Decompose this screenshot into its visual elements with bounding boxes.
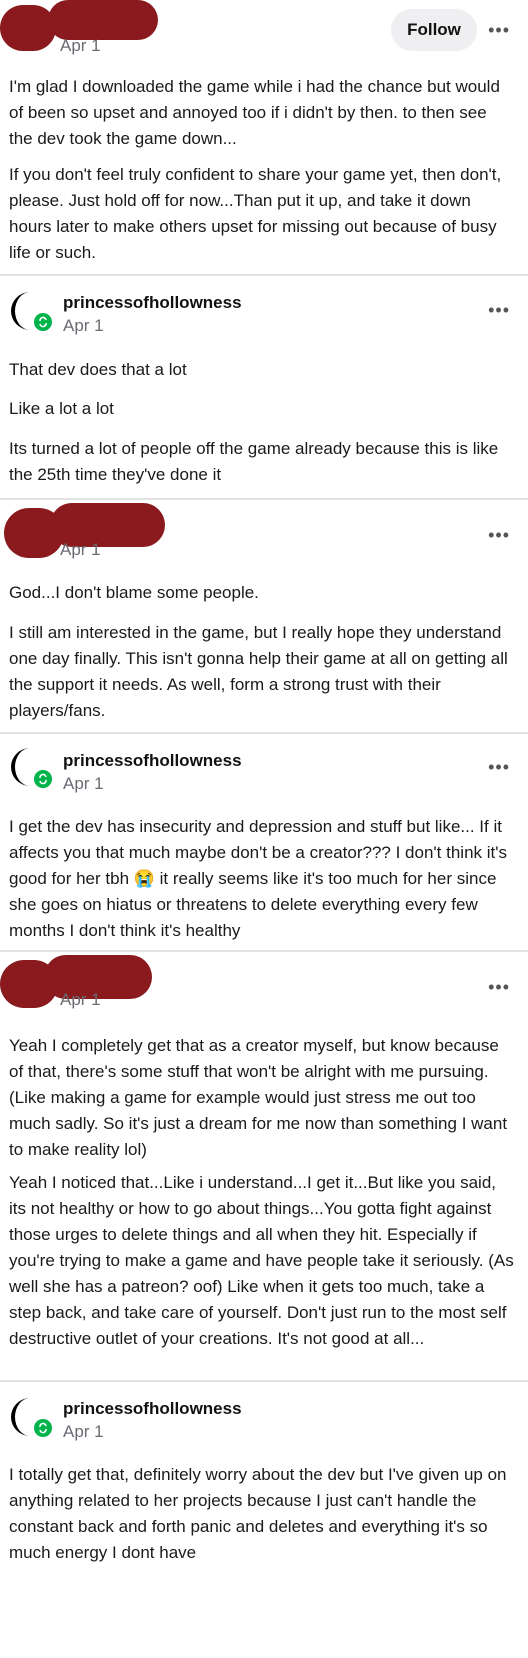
post-divider (0, 732, 528, 734)
post-date: Apr 1 (60, 540, 101, 559)
follow-button[interactable]: Follow (391, 9, 477, 51)
username[interactable]: princessofhollowness (63, 293, 242, 313)
more-options-icon[interactable]: ••• (488, 758, 510, 776)
post-date: Apr 1 (63, 316, 104, 335)
post-divider (0, 274, 528, 276)
post-text: If you don't feel truly confident to sha… (9, 165, 502, 262)
post-date: Apr 1 (63, 1422, 104, 1441)
more-options-icon[interactable]: ••• (488, 21, 510, 39)
post-text: That dev does that a lot (9, 360, 187, 379)
post-text: Yeah I completely get that as a creator … (9, 1036, 508, 1159)
post-date: Apr 1 (60, 36, 101, 55)
username[interactable]: princessofhollowness (63, 1399, 242, 1419)
post-text: I'm glad I downloaded the game while i h… (9, 77, 500, 148)
post-text: God...I don't blame some people. (9, 583, 259, 602)
post-text: Its turned a lot of people off the game … (9, 439, 499, 484)
post-date: Apr 1 (63, 774, 104, 793)
redacted-username (48, 0, 158, 40)
redacted-avatar (0, 5, 56, 51)
post-text: Like a lot a lot (9, 399, 114, 418)
post-text: I totally get that, definitely worry abo… (9, 1465, 507, 1562)
reblog-icon (32, 1417, 54, 1439)
post-divider (0, 498, 528, 500)
more-options-icon[interactable]: ••• (488, 526, 510, 544)
post-divider (0, 1380, 528, 1382)
reblog-icon (32, 768, 54, 790)
post-text: I still am interested in the game, but I… (9, 623, 508, 720)
reblog-icon (32, 311, 54, 333)
post-text: I get the dev has insecurity and depress… (9, 817, 507, 940)
post-text: Yeah I noticed that...Like i understand.… (9, 1173, 514, 1348)
more-options-icon[interactable]: ••• (488, 301, 510, 319)
username[interactable]: princessofhollowness (63, 751, 242, 771)
more-options-icon[interactable]: ••• (488, 978, 510, 996)
post-date: Apr 1 (60, 990, 101, 1009)
post-divider (0, 950, 528, 952)
